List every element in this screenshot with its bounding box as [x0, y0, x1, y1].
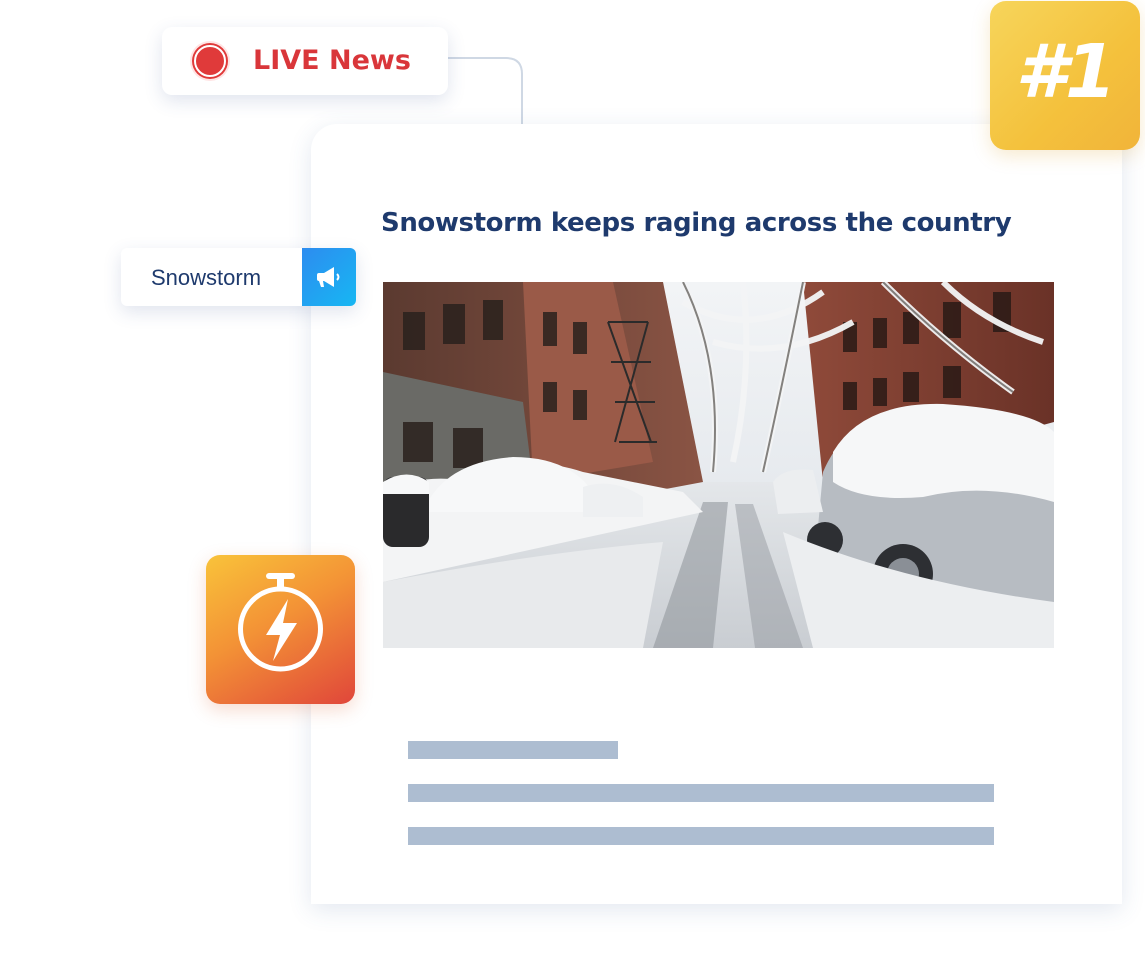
text-skeleton-line-3 — [408, 827, 994, 845]
record-dot-icon — [190, 41, 230, 81]
article-headline[interactable]: Snowstorm keeps raging across the countr… — [381, 208, 1012, 238]
megaphone-button[interactable] — [302, 248, 356, 306]
breaking-timer-tile — [206, 555, 355, 704]
text-skeleton-line-2 — [408, 784, 994, 802]
topic-label: Snowstorm — [151, 265, 262, 290]
topic-tag[interactable]: Snowstorm — [121, 248, 356, 306]
live-news-badge[interactable]: LIVE News — [162, 27, 448, 95]
rank-badge: #1 — [990, 1, 1140, 150]
live-news-label: LIVE News — [253, 45, 411, 76]
article-card[interactable]: Snowstorm keeps raging across the countr… — [311, 124, 1122, 904]
megaphone-icon — [317, 267, 340, 287]
news-illustration: Snowstorm keeps raging across the countr… — [0, 0, 1145, 963]
text-skeleton-line-1 — [408, 741, 618, 759]
snowy-street-photo — [383, 282, 1054, 648]
stopwatch-bolt-icon — [238, 573, 323, 672]
article-photo — [383, 282, 1054, 648]
rank-label: #1 — [1015, 29, 1117, 115]
